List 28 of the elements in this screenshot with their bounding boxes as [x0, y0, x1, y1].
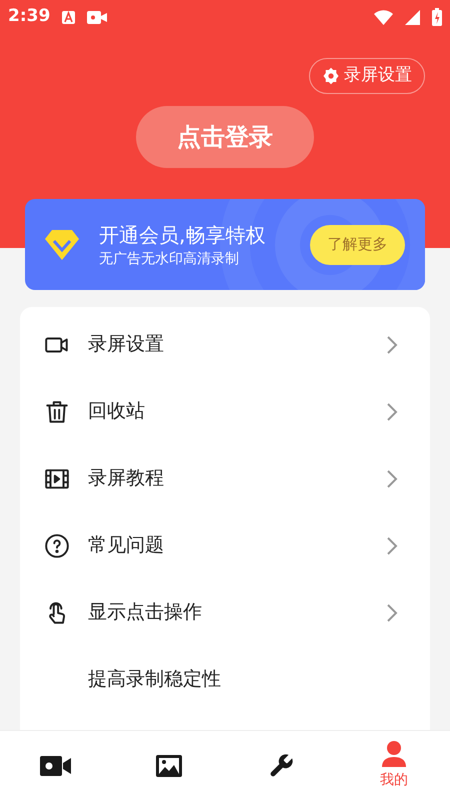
settings-icon: [322, 67, 340, 85]
image-icon: [154, 754, 183, 778]
menu-item[interactable]: 提高录制稳定性: [20, 646, 430, 713]
chevron-right-icon: [386, 470, 398, 488]
battery-icon: [432, 8, 442, 26]
wifi-icon: [374, 10, 393, 24]
chevron-right-icon: [386, 336, 398, 354]
vip-subtitle: 无广告无水印高清录制: [99, 250, 240, 268]
nav-tab[interactable]: 我的: [338, 731, 450, 800]
menu-item[interactable]: 回收站: [20, 378, 430, 445]
video-camera-icon: [87, 10, 108, 24]
screen-record-settings-button[interactable]: 录屏设置: [309, 58, 425, 94]
vip-title: 开通会员,畅享特权: [99, 222, 266, 248]
signal-icon: [405, 10, 420, 24]
help-icon: [44, 532, 70, 558]
chevron-right-icon: [386, 536, 398, 554]
trash-icon: [44, 398, 70, 424]
menu-item[interactable]: 录屏设置: [20, 311, 430, 378]
app-notification-icon: [62, 10, 76, 24]
person-icon: [380, 740, 407, 768]
chevron-right-icon: [386, 402, 398, 420]
diamond-icon: [45, 228, 79, 260]
chevron-right-icon: [386, 604, 398, 622]
status-time: 2:39: [8, 5, 50, 28]
menu-item[interactable]: 常见问题: [20, 512, 430, 579]
video-camera-icon: [40, 754, 72, 778]
menu-item[interactable]: 显示点击操作: [20, 579, 430, 646]
menu-item[interactable]: 录屏教程: [20, 445, 430, 512]
